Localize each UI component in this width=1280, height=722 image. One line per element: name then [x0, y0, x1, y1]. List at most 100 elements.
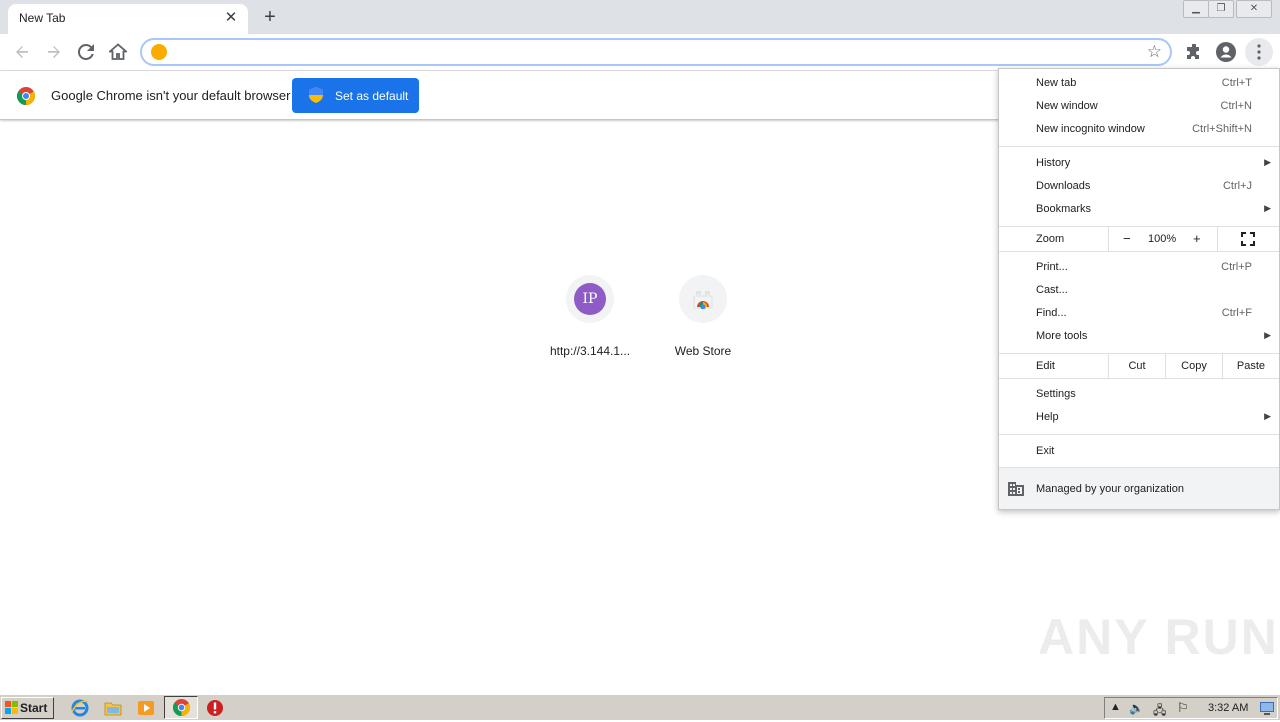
submenu-arrow-icon: ▶	[1264, 157, 1271, 167]
cut-button[interactable]: Cut	[1109, 360, 1165, 372]
zoom-divider	[1108, 227, 1109, 251]
menu-item-exit[interactable]: Exit	[999, 440, 1279, 463]
menu-item-history[interactable]: History ▶	[999, 152, 1279, 175]
zoom-level: 100%	[1148, 233, 1177, 245]
submenu-arrow-icon: ▶	[1264, 330, 1271, 340]
menu-item-cast[interactable]: Cast...	[999, 279, 1279, 302]
menu-separator	[999, 434, 1279, 435]
menu-separator	[999, 251, 1279, 252]
menu-item-shortcut: Ctrl+J	[1222, 180, 1252, 192]
shortcut-icon-circle	[679, 275, 727, 323]
menu-item-new-window[interactable]: New window Ctrl+N	[999, 95, 1279, 118]
warning-stop-icon[interactable]	[205, 698, 225, 718]
menu-item-new-incognito-window[interactable]: New incognito window Ctrl+Shift+N	[999, 118, 1279, 141]
menu-item-bookmarks[interactable]: Bookmarks ▶	[999, 198, 1279, 221]
new-tab-button[interactable]: +	[258, 5, 282, 29]
back-arrow-icon	[16, 46, 28, 58]
account-icon	[1216, 42, 1236, 62]
forward-button[interactable]	[40, 38, 68, 66]
minimize-button[interactable]: ▁	[1183, 0, 1209, 18]
zoom-in-button[interactable]: +	[1193, 231, 1201, 246]
menu-item-downloads[interactable]: Downloads Ctrl+J	[999, 175, 1279, 198]
menu-separator	[999, 378, 1279, 379]
media-player-icon[interactable]	[136, 698, 156, 718]
menu-item-managed[interactable]: Managed by your organization	[999, 467, 1279, 509]
menu-item-shortcut: Ctrl+Shift+N	[1192, 123, 1252, 135]
menu-item-new-tab[interactable]: New tab Ctrl+T	[999, 72, 1279, 95]
menu-item-label: Downloads	[1036, 180, 1091, 192]
menu-zoom-row: Zoom − 100% +	[999, 227, 1279, 251]
file-explorer-icon[interactable]	[103, 698, 123, 718]
menu-item-label: New tab	[1036, 77, 1077, 89]
initials-avatar-icon: IP	[574, 283, 606, 315]
show-hidden-icons-icon[interactable]: ▲	[1110, 701, 1121, 713]
menu-item-shortcut: Ctrl+F	[1221, 307, 1252, 319]
menu-button[interactable]	[1245, 38, 1273, 66]
menu-item-shortcut: Ctrl+T	[1221, 77, 1252, 89]
home-button[interactable]	[104, 38, 132, 66]
internet-explorer-icon[interactable]	[70, 698, 90, 718]
puzzle-icon	[1186, 43, 1199, 59]
three-dots-icon	[1257, 44, 1261, 60]
address-bar[interactable]: ☆	[140, 38, 1172, 66]
action-center-flag-icon[interactable]: ⚐	[1177, 700, 1189, 716]
shortcut-label: http://3.144.1...	[549, 344, 631, 358]
copy-button[interactable]: Copy	[1166, 360, 1222, 372]
restore-button[interactable]: ❐	[1208, 0, 1234, 18]
profile-button[interactable]	[1212, 38, 1240, 66]
zoom-divider	[1217, 227, 1218, 251]
menu-item-help[interactable]: Help ▶	[999, 406, 1279, 429]
home-icon	[109, 43, 127, 60]
zoom-label: Zoom	[1036, 233, 1065, 245]
start-button[interactable]: Start	[1, 697, 54, 719]
taskbar-clock[interactable]: 3:32 AM	[1208, 702, 1248, 714]
menu-item-label: Bookmarks	[1036, 203, 1092, 215]
taskbar-chrome-button[interactable]	[164, 696, 198, 719]
show-desktop-icon[interactable]	[1260, 702, 1274, 715]
zoom-out-button[interactable]: −	[1123, 231, 1131, 246]
network-icon[interactable]: 🖧	[1153, 701, 1166, 722]
reload-button[interactable]	[72, 38, 100, 66]
set-as-default-button[interactable]: Set as default	[292, 78, 419, 113]
menu-item-settings[interactable]: Settings	[999, 383, 1279, 406]
menu-item-more-tools[interactable]: More tools ▶	[999, 325, 1279, 348]
back-button[interactable]	[8, 38, 36, 66]
menu-item-label: Settings	[1036, 388, 1076, 400]
tab-title: New Tab	[19, 11, 66, 25]
anyrun-watermark: ANY RUN	[1038, 609, 1279, 665]
menu-item-print[interactable]: Print... Ctrl+P	[999, 256, 1279, 279]
menu-item-label: New incognito window	[1036, 123, 1145, 135]
close-window-button[interactable]: ✕	[1236, 0, 1272, 18]
tab-close-icon[interactable]: ✕	[222, 9, 240, 27]
extensions-button[interactable]	[1180, 38, 1208, 66]
address-input[interactable]	[176, 43, 1126, 61]
submenu-arrow-icon: ▶	[1264, 203, 1271, 213]
edit-label: Edit	[1036, 360, 1055, 372]
chrome-logo-icon	[17, 87, 35, 105]
paste-button[interactable]: Paste	[1223, 360, 1279, 372]
menu-separator	[999, 146, 1279, 147]
bookmark-star-icon[interactable]: ☆	[1147, 42, 1162, 62]
shortcut-tile[interactable]: IP http://3.144.1...	[534, 272, 646, 368]
tab-new-tab[interactable]: New Tab ✕	[8, 4, 248, 34]
start-label: Start	[20, 701, 48, 715]
menu-item-label: Help	[1036, 411, 1059, 423]
menu-item-label: New window	[1036, 100, 1098, 112]
submenu-arrow-icon: ▶	[1264, 411, 1271, 421]
windows-taskbar: Start ▲ 🔈 🖧 ⚐ 3:32 AM	[0, 694, 1280, 720]
menu-item-find[interactable]: Find... Ctrl+F	[999, 302, 1279, 325]
toolbar: ☆	[0, 34, 1280, 71]
chrome-logo-icon	[173, 699, 190, 716]
menu-item-label: Find...	[1036, 307, 1067, 319]
shortcut-tile[interactable]: Web Store	[647, 272, 759, 368]
menu-item-shortcut: Ctrl+N	[1220, 100, 1252, 112]
volume-icon[interactable]: 🔈	[1129, 701, 1144, 715]
web-store-icon	[693, 291, 713, 309]
building-icon	[1008, 482, 1024, 496]
reload-icon	[78, 44, 94, 60]
menu-item-label: Print...	[1036, 261, 1068, 273]
set-as-default-label: Set as default	[335, 89, 409, 103]
uac-shield-icon	[309, 87, 323, 103]
shortcut-label: Web Store	[674, 344, 732, 358]
fullscreen-icon[interactable]	[1241, 232, 1255, 246]
